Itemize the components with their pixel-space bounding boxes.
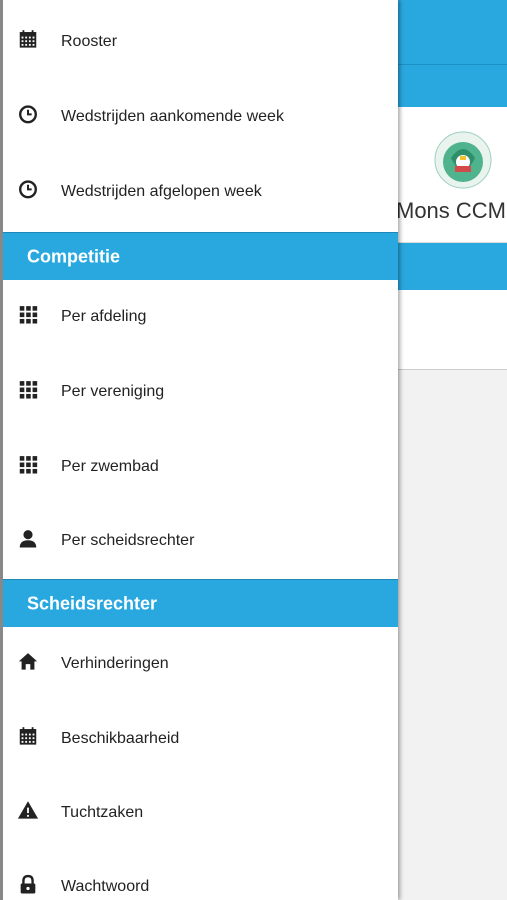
menu-item-tuchtzaken[interactable]: Tuchtzaken [3, 776, 398, 850]
warning-icon [17, 801, 39, 819]
menu-item-upcoming-matches[interactable]: Wedstrijden aankomende week [3, 80, 398, 154]
menu-item-per-vereniging[interactable]: Per vereniging [3, 355, 398, 429]
grid-icon [19, 456, 38, 474]
menu-item-label: Per scheidsrechter [61, 532, 195, 549]
clock-icon [19, 105, 37, 124]
menu-item-per-scheidsrechter[interactable]: Per scheidsrechter [3, 504, 398, 578]
person-icon [19, 530, 37, 548]
menu-item-past-matches[interactable]: Wedstrijden afgelopen week [3, 155, 398, 229]
home-icon [18, 653, 38, 670]
menu-item-wachtwoord[interactable]: Wachtwoord [3, 850, 398, 900]
section-title: Scheidsrechter [27, 593, 158, 613]
menu-item-per-afdeling[interactable]: Per afdeling [3, 280, 398, 354]
clock-icon [19, 180, 37, 199]
section-header-scheidsrechter: Scheidsrechter [3, 579, 398, 627]
navigation-drawer: Rooster Wedstrijden aankomende week Weds… [0, 0, 398, 900]
menu-item-label: Tuchtzaken [61, 804, 144, 821]
menu-item-beschikbaarheid[interactable]: Beschikbaarheid [3, 702, 398, 776]
menu-item-label: Per zwembad [61, 458, 159, 475]
menu-item-label: Wachtwoord [61, 878, 150, 895]
grid-icon [19, 306, 38, 324]
menu-item-label: Beschikbaarheid [61, 730, 180, 747]
menu-item-rooster[interactable]: Rooster [3, 5, 398, 79]
menu-item-label: Per vereniging [61, 383, 165, 400]
section-header-competitie: Competitie [3, 232, 398, 280]
club-name: Mons CCM [396, 198, 507, 223]
club-logo [434, 131, 492, 189]
menu-item-label: Wedstrijden aankomende week [61, 108, 284, 125]
calendar-icon [19, 30, 37, 48]
grid-icon [19, 381, 38, 399]
menu-item-label: Wedstrijden afgelopen week [61, 183, 262, 200]
menu-item-verhinderingen[interactable]: Verhinderingen [3, 627, 398, 701]
menu-item-label: Per afdeling [61, 308, 147, 325]
menu-item-label: Verhinderingen [61, 655, 169, 672]
calendar-icon [19, 727, 37, 745]
menu-item-label: Rooster [61, 33, 118, 50]
section-title: Competitie [27, 246, 121, 266]
lock-icon [20, 874, 36, 894]
menu-item-per-zwembad[interactable]: Per zwembad [3, 430, 398, 504]
